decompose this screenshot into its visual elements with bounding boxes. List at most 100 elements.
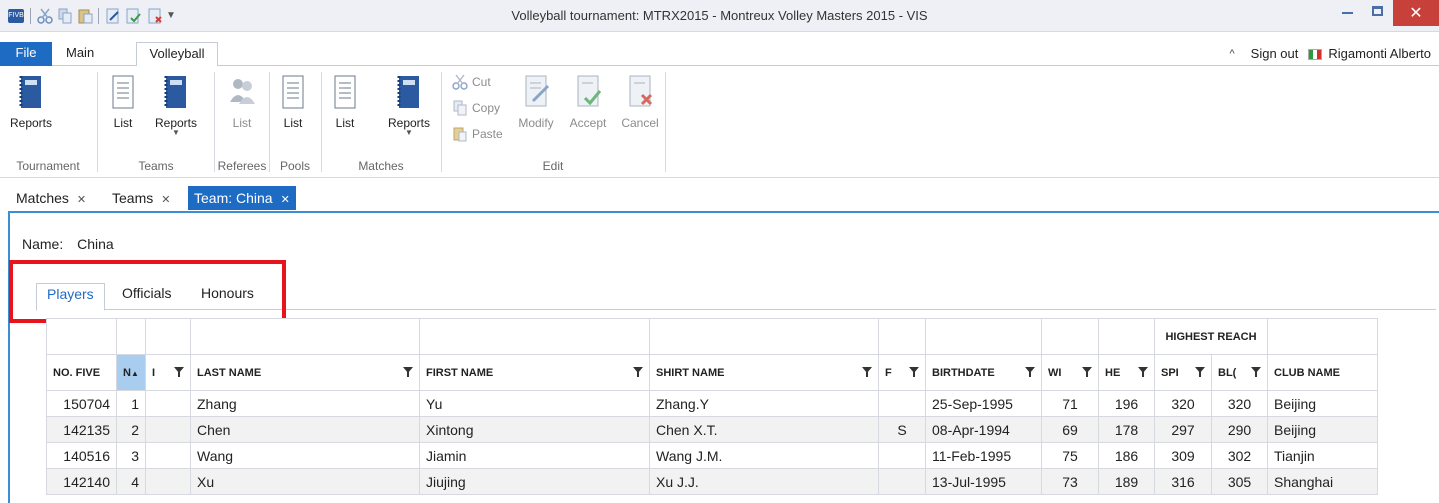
table-row[interactable]: 150704 1 Zhang Yu Zhang.Y 25-Sep-1995 71… (46, 390, 1378, 417)
cell-f (878, 390, 926, 417)
matches-list-button[interactable]: List (330, 74, 360, 130)
divider (665, 72, 666, 172)
sign-out-link[interactable]: Sign out (1251, 43, 1299, 65)
column-header-label: SHIRT NAME (656, 366, 725, 379)
divider (269, 72, 270, 172)
filter-icon[interactable] (1138, 367, 1148, 377)
col-birthdate[interactable]: BIRTHDATE (925, 354, 1042, 391)
flag-icon (1308, 49, 1323, 61)
cell-birthdate: 25-Sep-1995 (925, 390, 1042, 417)
users-icon (227, 74, 257, 110)
band-cell (925, 318, 1042, 355)
cell-no: 2 (116, 416, 146, 443)
filter-icon[interactable] (909, 367, 919, 377)
cell-f: S (878, 416, 926, 443)
cell-club-name: Beijing (1267, 390, 1378, 417)
cell-first-name: Yu (419, 390, 650, 417)
copy-icon (453, 100, 467, 116)
cell-birthdate: 13-Jul-1995 (925, 468, 1042, 495)
cell-block: 290 (1211, 416, 1268, 443)
cell-spike: 316 (1154, 468, 1212, 495)
filter-icon[interactable] (1251, 367, 1261, 377)
accept-icon (573, 74, 603, 110)
filter-icon[interactable] (1082, 367, 1092, 377)
cell-f (878, 468, 926, 495)
cell-spike: 320 (1154, 390, 1212, 417)
maximize-icon (1372, 6, 1383, 16)
band-cell (1098, 318, 1155, 355)
doc-tab-matches[interactable]: Matches ✕ (10, 186, 92, 210)
referees-list-button[interactable]: List (224, 74, 260, 130)
doc-tab-team-china[interactable]: Team: China ✕ (188, 186, 296, 210)
table-row[interactable]: 142140 4 Xu Jiujing Xu J.J. 13-Jul-1995 … (46, 468, 1378, 495)
filter-icon[interactable] (403, 367, 413, 377)
col-first-name[interactable]: FIRST NAME (419, 354, 650, 391)
group-label: Referees (217, 159, 267, 173)
col-no-fivb[interactable]: NO. FIVE (46, 354, 117, 391)
cell-f (878, 442, 926, 469)
band-cell (1267, 318, 1378, 355)
band-cell (878, 318, 926, 355)
collapse-ribbon-icon[interactable]: ^ (1230, 43, 1235, 65)
cell-spike: 297 (1154, 416, 1212, 443)
players-grid: HIGHEST REACH NO. FIVE N▲ I LAST NAME FI… (46, 318, 1436, 495)
matches-reports-button[interactable]: Reports ▼ (383, 74, 435, 137)
name-value: China (77, 236, 114, 252)
col-l[interactable]: I (145, 354, 191, 391)
tournament-reports-button[interactable]: Reports (6, 74, 56, 130)
teams-list-button[interactable]: List (108, 74, 138, 130)
user-name-container[interactable]: Rigamonti Alberto (1308, 43, 1431, 65)
copy-button[interactable]: Copy (452, 100, 500, 116)
maximize-button[interactable] (1363, 0, 1393, 26)
cell-weight: 73 (1041, 468, 1099, 495)
report-book-icon (394, 74, 424, 110)
sort-ascending-icon: ▲ (130, 368, 139, 378)
cell-last-name: Zhang (190, 390, 420, 417)
col-height[interactable]: HE (1098, 354, 1155, 391)
filter-icon[interactable] (174, 367, 184, 377)
tab-main[interactable]: Main (56, 42, 104, 66)
col-shirt-name[interactable]: SHIRT NAME (649, 354, 879, 391)
cell-last-name: Xu (190, 468, 420, 495)
cell-last-name: Chen (190, 416, 420, 443)
tab-volleyball[interactable]: Volleyball (136, 42, 218, 67)
doc-tab-teams[interactable]: Teams ✕ (106, 186, 176, 210)
filter-icon[interactable] (862, 367, 872, 377)
band-highest-reach: HIGHEST REACH (1154, 318, 1268, 355)
cut-button[interactable]: Cut (452, 74, 491, 90)
table-row[interactable]: 142135 2 Chen Xintong Chen X.T. S 08-Apr… (46, 416, 1378, 443)
name-label: Name: (22, 236, 64, 252)
close-icon[interactable]: ✕ (161, 194, 170, 206)
col-last-name[interactable]: LAST NAME (190, 354, 420, 391)
col-no[interactable]: N▲ (116, 354, 146, 391)
tab-file[interactable]: File (0, 42, 52, 66)
filter-icon[interactable] (633, 367, 643, 377)
team-name-row: Name: China (22, 236, 114, 252)
teams-reports-button[interactable]: Reports ▼ (150, 74, 202, 137)
col-block[interactable]: BL( (1211, 354, 1268, 391)
cancel-button[interactable]: Cancel (618, 74, 662, 130)
minimize-button[interactable] (1333, 0, 1363, 26)
col-club-name[interactable]: CLUB NAME (1267, 354, 1378, 391)
button-label: Cut (472, 75, 491, 89)
close-button[interactable]: ✕ (1393, 0, 1439, 26)
col-spike[interactable]: SPI (1154, 354, 1212, 391)
filter-icon[interactable] (1195, 367, 1205, 377)
cell-height: 196 (1098, 390, 1155, 417)
col-weight[interactable]: WI (1041, 354, 1099, 391)
close-icon[interactable]: ✕ (77, 194, 86, 206)
cell-weight: 69 (1041, 416, 1099, 443)
col-f[interactable]: F (878, 354, 926, 391)
button-label: Cancel (621, 116, 659, 130)
accept-button[interactable]: Accept (566, 74, 610, 130)
cell-club-name: Shanghai (1267, 468, 1378, 495)
cell-no: 1 (116, 390, 146, 417)
pools-list-button[interactable]: List (278, 74, 308, 130)
filter-icon[interactable] (1025, 367, 1035, 377)
modify-button[interactable]: Modify (514, 74, 558, 130)
cell-weight: 75 (1041, 442, 1099, 469)
window-title: Volleyball tournament: MTRX2015 - Montre… (511, 8, 928, 23)
paste-button[interactable]: Paste (452, 126, 503, 142)
close-icon[interactable]: ✕ (281, 194, 290, 206)
table-row[interactable]: 140516 3 Wang Jiamin Wang J.M. 11-Feb-19… (46, 442, 1378, 469)
